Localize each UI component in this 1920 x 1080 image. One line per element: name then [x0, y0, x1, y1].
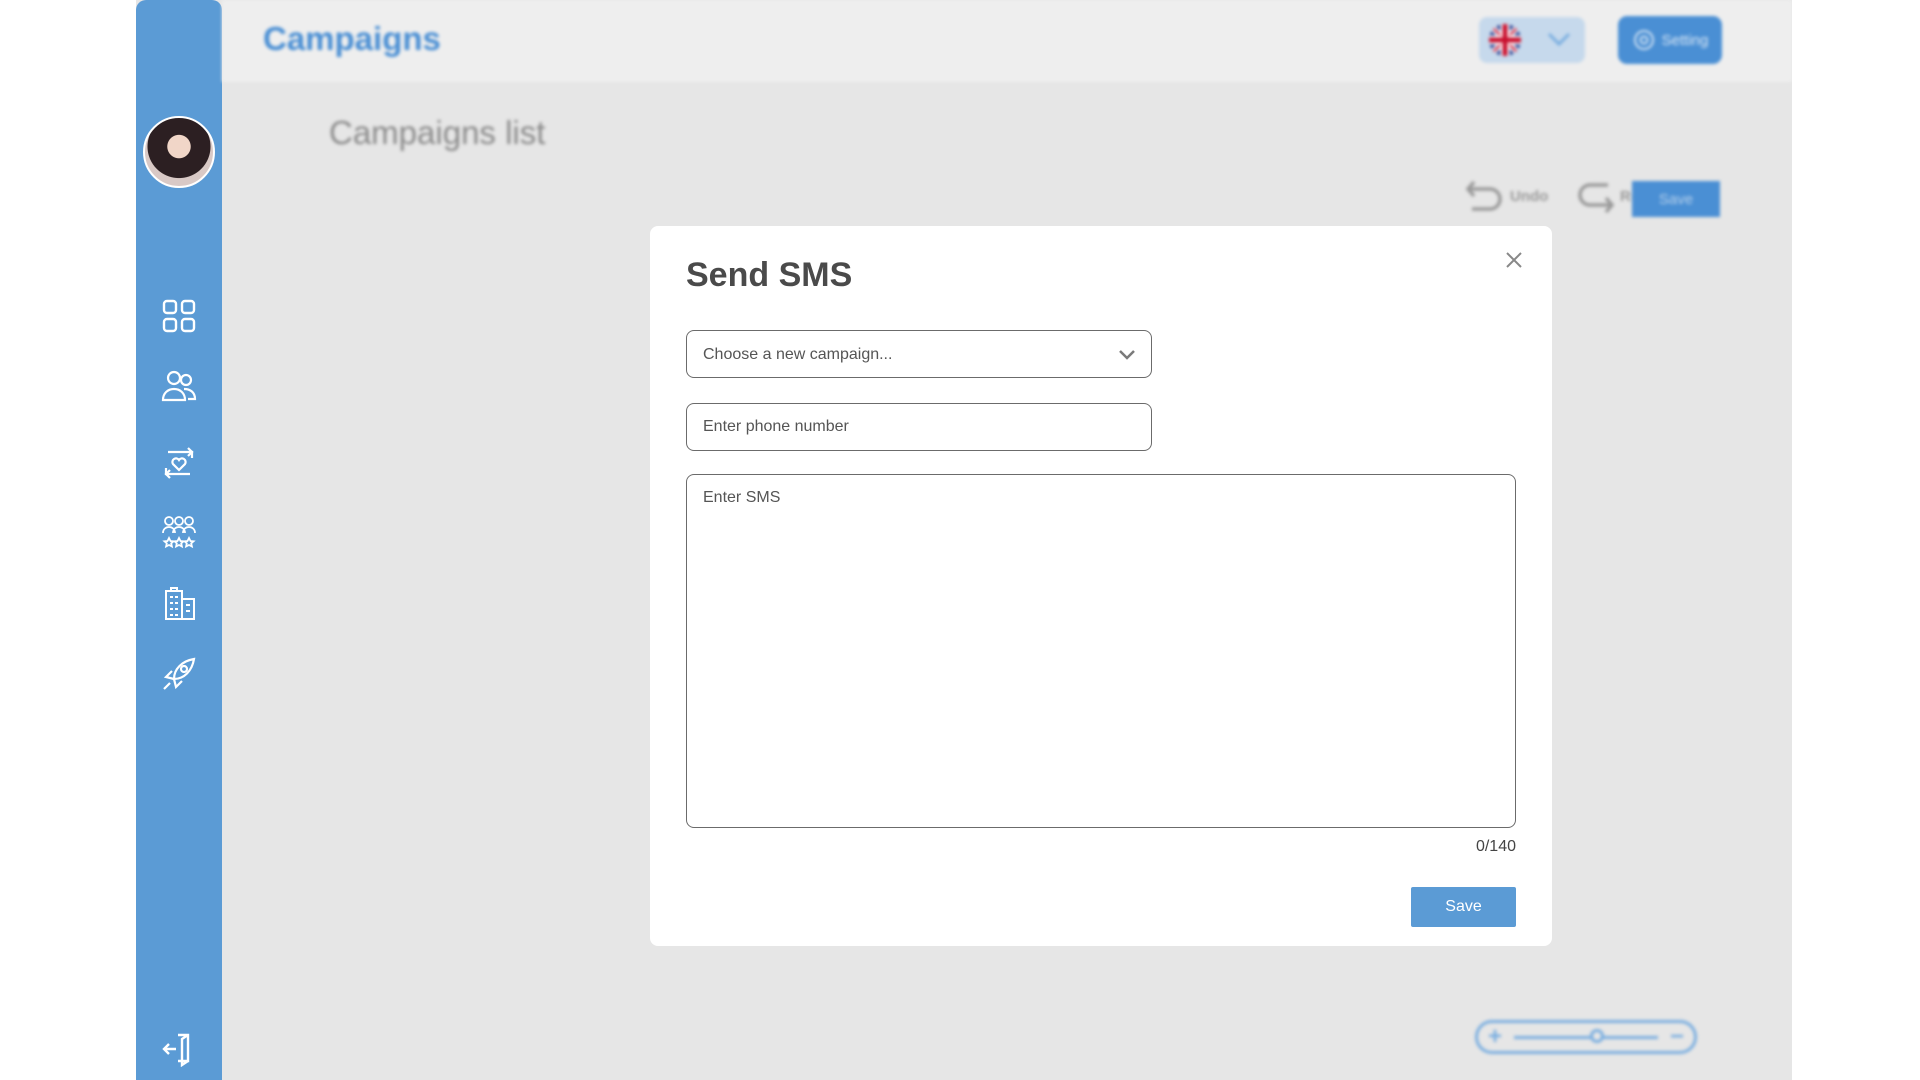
chevron-down-icon: [1547, 32, 1571, 47]
send-sms-dialog: Send SMS Choose a new campaign... 0/140 …: [650, 226, 1552, 946]
undo-label: Undo: [1510, 187, 1549, 205]
close-icon[interactable]: [1502, 248, 1526, 272]
zoom-out-icon[interactable]: −: [1670, 1025, 1684, 1049]
topbar: Campaigns Setting: [222, 0, 1792, 82]
setting-label: Setting: [1661, 31, 1709, 49]
dashboard-grid-icon: [162, 299, 196, 333]
app-frame: Campaigns Setting Campaigns list Undo Sa…: [136, 0, 1792, 1080]
sidebar-item-campaigns[interactable]: [159, 654, 199, 694]
rocket-icon: [163, 657, 196, 690]
loyalty-heart-icon: [164, 447, 194, 479]
users-icon: [161, 370, 197, 402]
language-selector[interactable]: [1479, 17, 1585, 63]
sidebar-item-users[interactable]: [159, 366, 199, 406]
sidebar: [136, 0, 222, 1080]
zoom-knob[interactable]: [1590, 1029, 1604, 1043]
logout-button[interactable]: [159, 1028, 199, 1068]
gear-icon: [1633, 30, 1654, 50]
phone-field-wrapper: [686, 403, 1152, 451]
logout-icon: [162, 1033, 190, 1067]
zoom-slider[interactable]: + −: [1475, 1020, 1697, 1054]
phone-number-input[interactable]: [687, 404, 1151, 450]
sms-textarea[interactable]: [687, 475, 1515, 827]
avatar[interactable]: [143, 116, 215, 188]
setting-button[interactable]: Setting: [1618, 16, 1722, 64]
dialog-title: Send SMS: [686, 256, 853, 294]
sidebar-item-buildings[interactable]: [159, 584, 199, 624]
sidebar-item-loyalty[interactable]: [159, 443, 199, 483]
groups-stars-icon: [162, 516, 196, 549]
undo-button[interactable]: Undo: [1464, 178, 1548, 214]
zoom-in-icon[interactable]: +: [1488, 1025, 1502, 1049]
zoom-track: [1514, 1036, 1658, 1039]
page-title: Campaigns list: [329, 114, 546, 151]
undo-icon: [1465, 180, 1502, 211]
chevron-down-icon: [1119, 350, 1135, 360]
sidebar-item-groups[interactable]: [159, 512, 199, 552]
toolbar-save-button[interactable]: Save: [1632, 181, 1720, 217]
building-icon: [165, 587, 195, 620]
sms-field-wrapper: [686, 474, 1516, 828]
uk-flag-icon: [1489, 24, 1521, 56]
sidebar-item-dashboard[interactable]: [159, 296, 199, 336]
app-title: Campaigns: [263, 20, 441, 57]
save-button[interactable]: Save: [1411, 887, 1516, 927]
redo-icon: [1578, 183, 1615, 214]
campaign-select-placeholder: Choose a new campaign...: [703, 346, 893, 363]
campaign-select[interactable]: Choose a new campaign...: [686, 330, 1152, 378]
character-counter: 0/140: [1475, 838, 1516, 855]
